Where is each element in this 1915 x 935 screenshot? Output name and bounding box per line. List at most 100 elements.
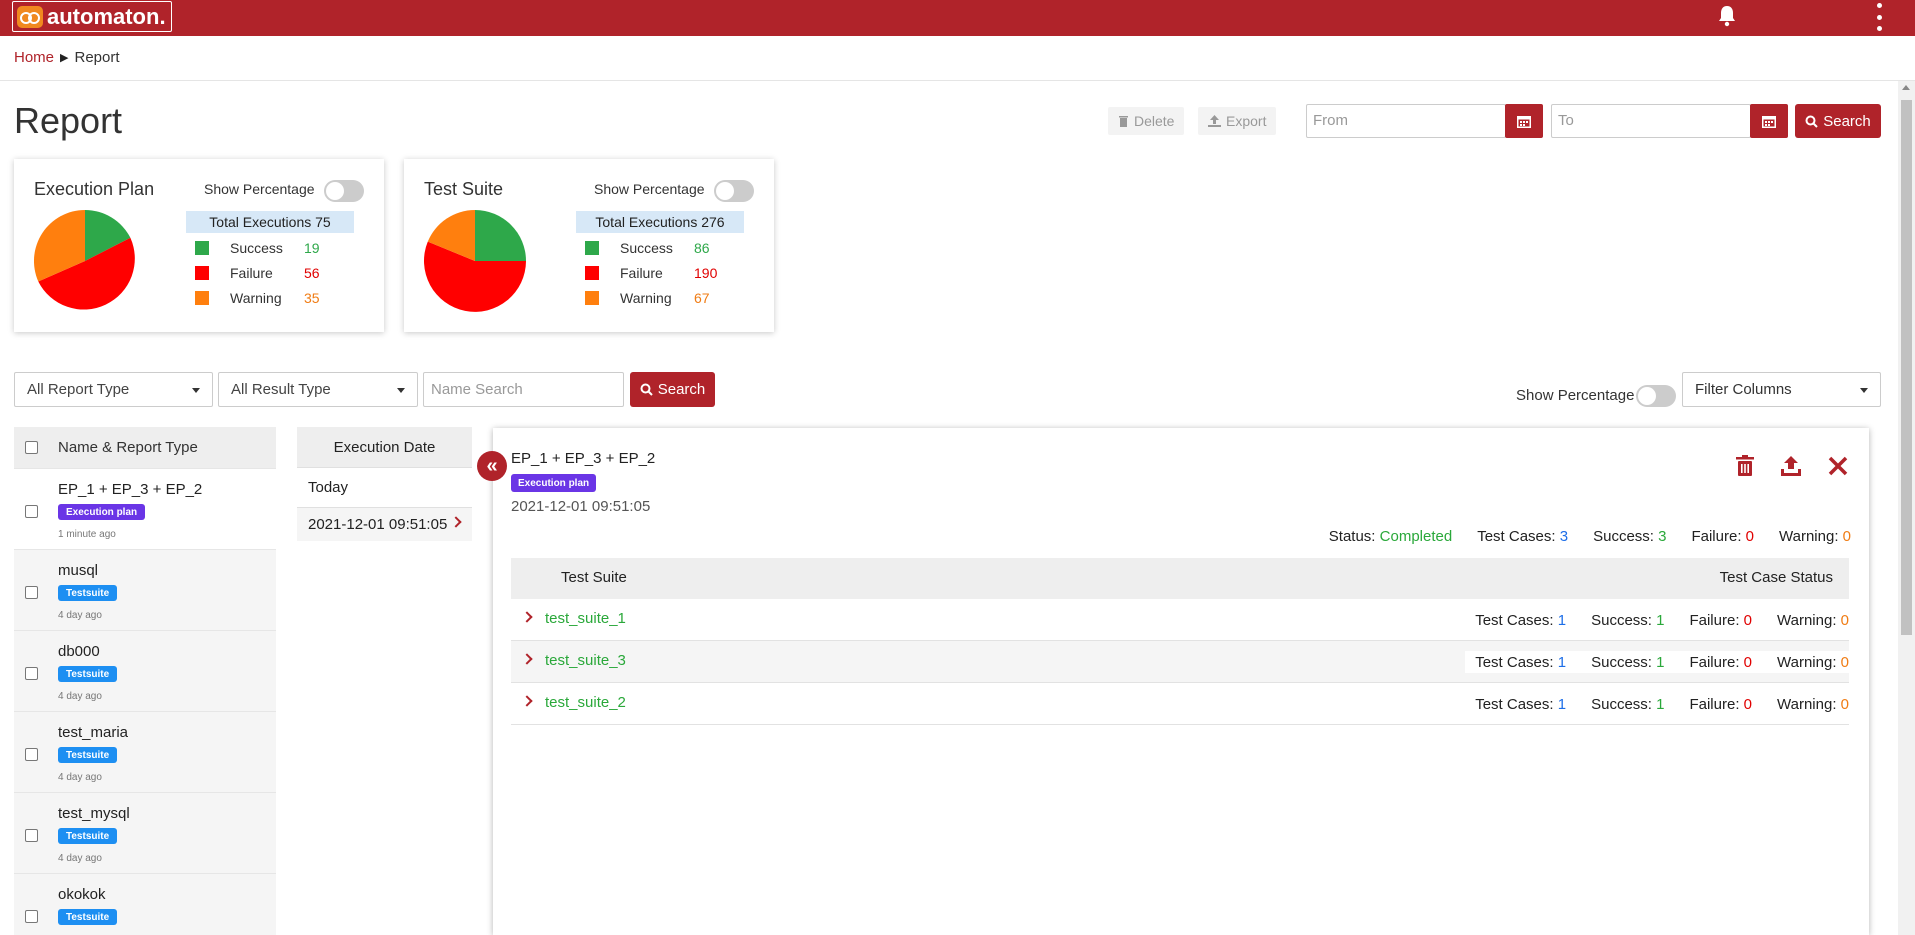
warning-swatch — [195, 291, 209, 305]
chevron-right-icon — [450, 516, 462, 528]
double-chevron-left-icon: « — [486, 454, 498, 477]
row-checkbox[interactable] — [25, 505, 38, 518]
col-test-case-status: Test Case Status — [1719, 569, 1833, 586]
filter-columns-value: Filter Columns — [1695, 381, 1792, 398]
report-type-badge: Execution plan — [58, 504, 146, 520]
from-date-input[interactable]: From — [1306, 104, 1506, 138]
select-all-checkbox[interactable] — [25, 441, 38, 454]
upload-icon — [1208, 115, 1221, 127]
report-type-badge: Testsuite — [58, 666, 118, 682]
success-swatch — [195, 241, 209, 255]
list-item[interactable]: EP_1 + EP_3 + EP_2 Execution plan 1 minu… — [14, 468, 276, 549]
card-title: Execution Plan — [34, 179, 155, 199]
legend-label: Success — [620, 240, 673, 256]
chevron-right-icon[interactable] — [521, 695, 533, 707]
table-row[interactable]: test_suite_1 Test Cases: 1 Success: 1 Fa… — [511, 599, 1849, 641]
list-item[interactable]: db000 Testsuite 4 day ago — [14, 630, 276, 711]
row-checkbox[interactable] — [25, 829, 38, 842]
chevron-right-icon[interactable] — [521, 653, 533, 665]
execution-plan-pie-chart — [34, 210, 135, 310]
legend-value: 86 — [694, 240, 710, 256]
report-time: 4 day ago — [58, 853, 102, 864]
show-percentage-toggle[interactable] — [714, 180, 754, 202]
row-checkbox[interactable] — [25, 586, 38, 599]
scrollbar-thumb[interactable] — [1901, 100, 1912, 635]
show-percentage-toggle[interactable] — [1636, 385, 1676, 407]
to-date-input[interactable]: To — [1551, 104, 1751, 138]
list-item[interactable]: musql Testsuite 4 day ago — [14, 549, 276, 630]
row-checkbox[interactable] — [25, 667, 38, 680]
execution-date-value: 2021-12-01 09:51:05 — [308, 516, 448, 533]
close-icon[interactable] — [1826, 454, 1850, 478]
to-calendar-button[interactable] — [1750, 104, 1788, 138]
trash-icon[interactable] — [1733, 454, 1757, 478]
name-search-input[interactable]: Name Search — [423, 372, 624, 407]
test-suite-card: Test Suite Show Percentage Total Executi… — [404, 159, 774, 332]
suite-table-header: Test Suite Test Case Status — [511, 558, 1849, 599]
suite-name-link[interactable]: test_suite_2 — [545, 694, 626, 711]
legend-success: Success 19 — [195, 238, 320, 258]
suite-name-link[interactable]: test_suite_3 — [545, 652, 626, 669]
filter-columns-select[interactable]: Filter Columns — [1682, 372, 1881, 407]
scroll-up-icon[interactable] — [1902, 85, 1910, 90]
detail-title: EP_1 + EP_3 + EP_2 — [511, 450, 656, 467]
col-test-suite: Test Suite — [561, 569, 627, 586]
name-search-button[interactable]: Search — [630, 372, 715, 407]
row-checkbox[interactable] — [25, 910, 38, 923]
report-type-badge: Testsuite — [58, 585, 118, 601]
date-search-button[interactable]: Search — [1795, 104, 1881, 138]
report-type-select[interactable]: All Report Type — [14, 372, 213, 407]
result-type-value: All Result Type — [231, 381, 331, 398]
total-executions: Total Executions 276 — [576, 211, 744, 233]
caret-down-icon — [397, 388, 405, 393]
bell-icon[interactable] — [1718, 5, 1736, 27]
breadcrumb-home-link[interactable]: Home — [14, 49, 54, 66]
collapse-panel-button[interactable]: « — [477, 451, 507, 481]
execution-group-today: Today — [297, 467, 472, 507]
upload-icon[interactable] — [1779, 454, 1803, 478]
show-percentage-toggle[interactable] — [324, 180, 364, 202]
legend-value: 19 — [304, 240, 320, 256]
export-button[interactable]: Export — [1198, 107, 1277, 135]
table-row[interactable]: test_suite_3 Test Cases: 1 Success: 1 Fa… — [511, 641, 1849, 683]
legend-success: Success 86 — [585, 238, 710, 258]
caret-down-icon — [1860, 388, 1868, 393]
report-time: 4 day ago — [58, 772, 102, 783]
list-item[interactable]: okokok Testsuite — [14, 873, 276, 935]
execution-date-item[interactable]: 2021-12-01 09:51:05 — [297, 507, 472, 541]
table-row[interactable]: test_suite_2 Test Cases: 1 Success: 1 Fa… — [511, 683, 1849, 725]
show-percentage-label: Show Percentage — [594, 181, 705, 197]
calendar-icon — [1517, 116, 1531, 128]
show-percentage-label: Show Percentage — [204, 181, 315, 197]
more-menu-icon[interactable] — [1876, 3, 1882, 31]
legend-value: 56 — [304, 265, 320, 281]
execution-date-panel: Execution Date Today 2021-12-01 09:51:05 — [297, 427, 472, 541]
name-report-type-header: Name & Report Type — [58, 439, 198, 456]
report-type-badge: Testsuite — [58, 909, 118, 925]
list-item[interactable]: test_mysql Testsuite 4 day ago — [14, 792, 276, 873]
app-logo[interactable]: automaton. — [12, 1, 172, 32]
from-calendar-button[interactable] — [1505, 104, 1543, 138]
row-checkbox[interactable] — [25, 748, 38, 761]
legend-label: Warning — [620, 290, 672, 306]
detail-type-badge: Execution plan — [511, 474, 597, 492]
warning-swatch — [585, 291, 599, 305]
legend-warning: Warning 35 — [195, 288, 320, 308]
list-item[interactable]: test_maria Testsuite 4 day ago — [14, 711, 276, 792]
delete-button[interactable]: Delete — [1108, 107, 1185, 135]
breadcrumb-separator-icon: ▶ — [60, 52, 69, 64]
chevron-right-icon[interactable] — [521, 611, 533, 623]
failure-summary: Failure: 0 — [1691, 528, 1755, 545]
report-name: test_mysql — [58, 805, 130, 822]
legend-value: 67 — [694, 290, 710, 306]
total-executions: Total Executions 75 — [186, 211, 354, 233]
breadcrumb-current: Report — [74, 49, 120, 66]
report-name: test_maria — [58, 724, 129, 741]
success-swatch — [585, 241, 599, 255]
result-type-select[interactable]: All Result Type — [218, 372, 418, 407]
report-name: EP_1 + EP_3 + EP_2 — [58, 481, 203, 498]
report-detail-panel: EP_1 + EP_3 + EP_2 Execution plan 2021-1… — [493, 428, 1869, 935]
suite-name-link[interactable]: test_suite_1 — [545, 610, 626, 627]
trash-icon — [1119, 116, 1128, 127]
success-summary: Success: 3 — [1593, 528, 1667, 545]
